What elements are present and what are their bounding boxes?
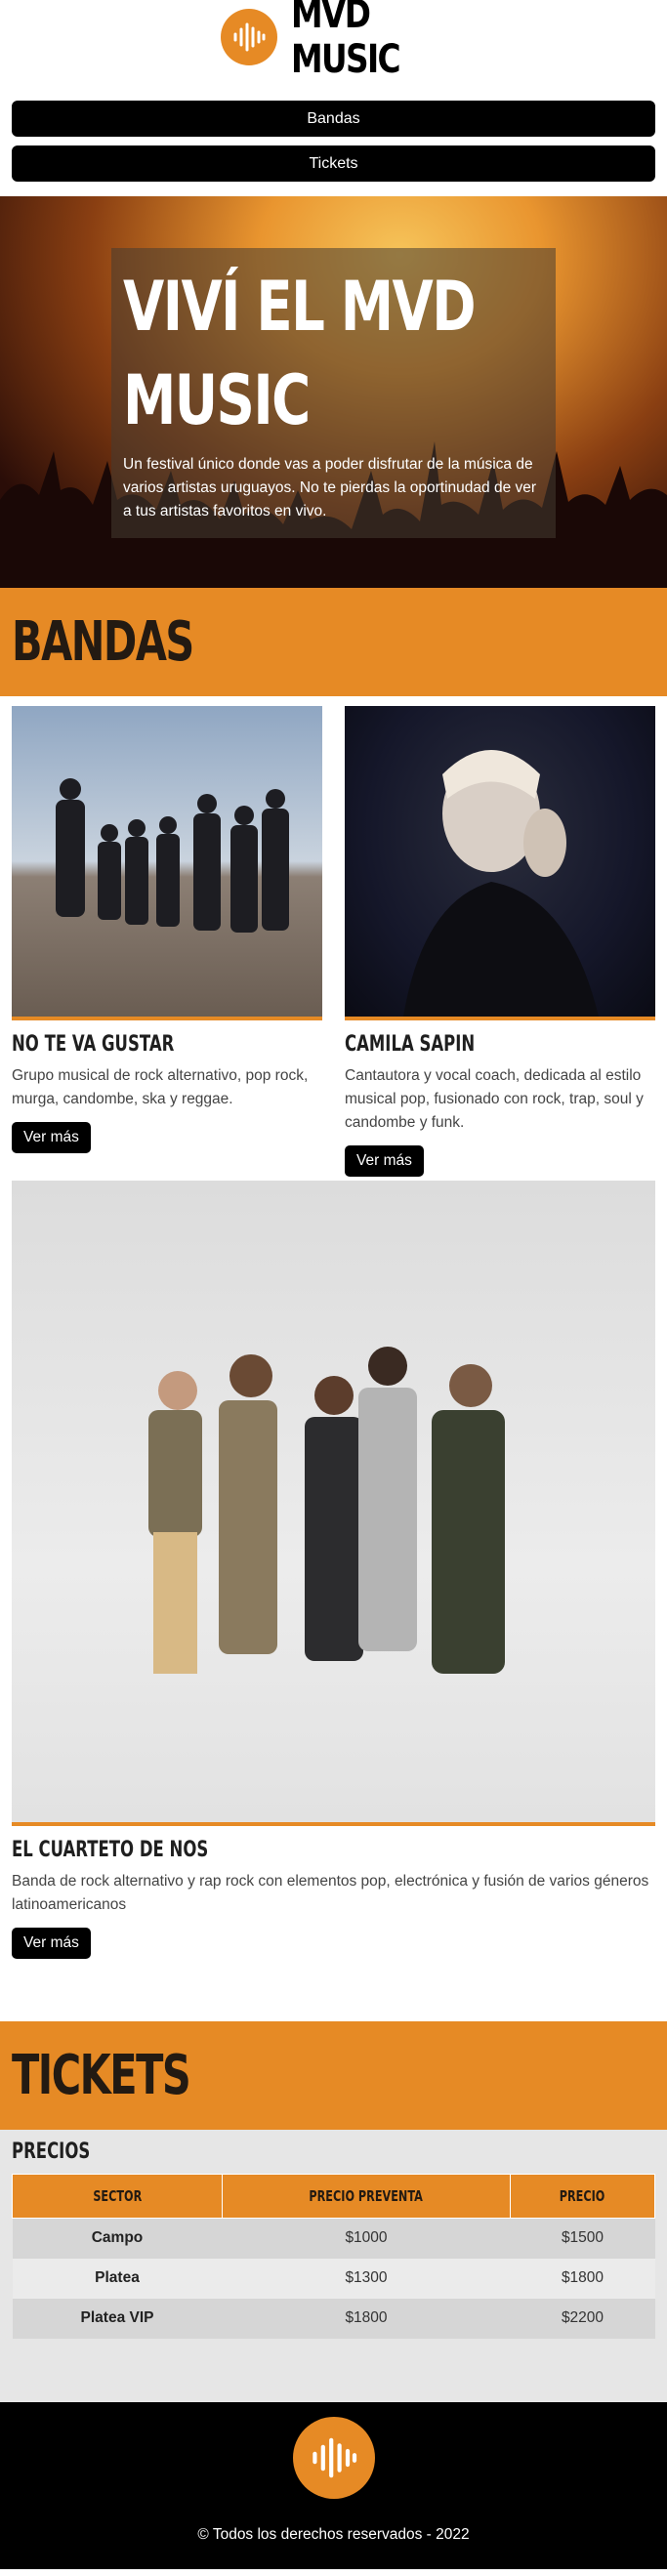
prices-subtitle: PRECIOS [12,2140,91,2164]
band-name: CAMILA SAPIN [345,1032,476,1057]
tickets-title: TICKETS [12,2044,191,2107]
site-header: MVD MUSIC [0,0,667,82]
band-description: Banda de rock alternativo y rap rock con… [12,1873,649,1913]
band-card: NO TE VA GUSTAR Grupo musical de rock al… [12,706,322,1177]
bands-heading-band: BANDAS [0,588,667,696]
ver-mas-button[interactable]: Ver más [345,1145,424,1177]
bands-title: BANDAS [12,610,194,674]
band-photo [12,706,322,1020]
prices-panel: PRECIOS SECTOR PRECIO PREVENTA PRECIO Ca… [0,2130,667,2402]
band-description: Grupo musical de rock alternativo, pop r… [12,1067,309,1107]
tickets-section: TICKETS PRECIOS SECTOR PRECIO PREVENTA P… [0,2021,667,2402]
tickets-heading-band: TICKETS [0,2021,667,2130]
bands-section: BANDAS NO TE VA GUSTAR Grupo musical de … [0,588,667,1963]
brand-name[interactable]: MVD MUSIC [291,0,419,82]
table-header: PRECIO [510,2174,655,2219]
nav-tickets-button[interactable]: Tickets [12,145,655,182]
table-row: Platea $1300 $1800 [12,2258,655,2299]
ver-mas-button[interactable]: Ver más [12,1122,91,1153]
table-header: SECTOR [12,2174,223,2219]
sound-wave-icon[interactable] [220,8,277,65]
site-footer: © Todos los derechos reservados - 2022 [0,2401,667,2569]
table-row: Platea VIP $1800 $2200 [12,2298,655,2339]
main-nav: Bandas Tickets [0,73,667,182]
sound-wave-icon[interactable] [292,2416,375,2499]
band-card: CAMILA SAPIN Cantautora y vocal coach, d… [345,706,655,1177]
hero-description: Un festival único donde vas a poder disf… [123,456,537,519]
copyright-text: © Todos los derechos reservados - 2022 [197,2525,470,2543]
band-name: EL CUARTETO DE NOS [12,1838,209,1862]
nav-bandas-button[interactable]: Bandas [12,101,655,137]
ver-mas-button[interactable]: Ver más [12,1928,91,1959]
hero-title: VIVÍ EL MVD MUSIC [123,267,477,440]
hero-card: VIVÍ EL MVD MUSIC Un festival único dond… [111,248,556,538]
prices-table: SECTOR PRECIO PREVENTA PRECIO Campo $100… [12,2174,655,2339]
table-header: PRECIO PREVENTA [222,2174,511,2219]
band-card: EL CUARTETO DE NOS Banda de rock alterna… [12,1181,655,1959]
band-photo [345,706,655,1020]
hero-banner: VIVÍ EL MVD MUSIC Un festival único dond… [0,196,667,588]
band-photo [12,1181,655,1826]
table-row: Campo $1000 $1500 [12,2218,655,2259]
band-name: NO TE VA GUSTAR [12,1032,175,1057]
band-description: Cantautora y vocal coach, dedicada al es… [345,1067,644,1131]
